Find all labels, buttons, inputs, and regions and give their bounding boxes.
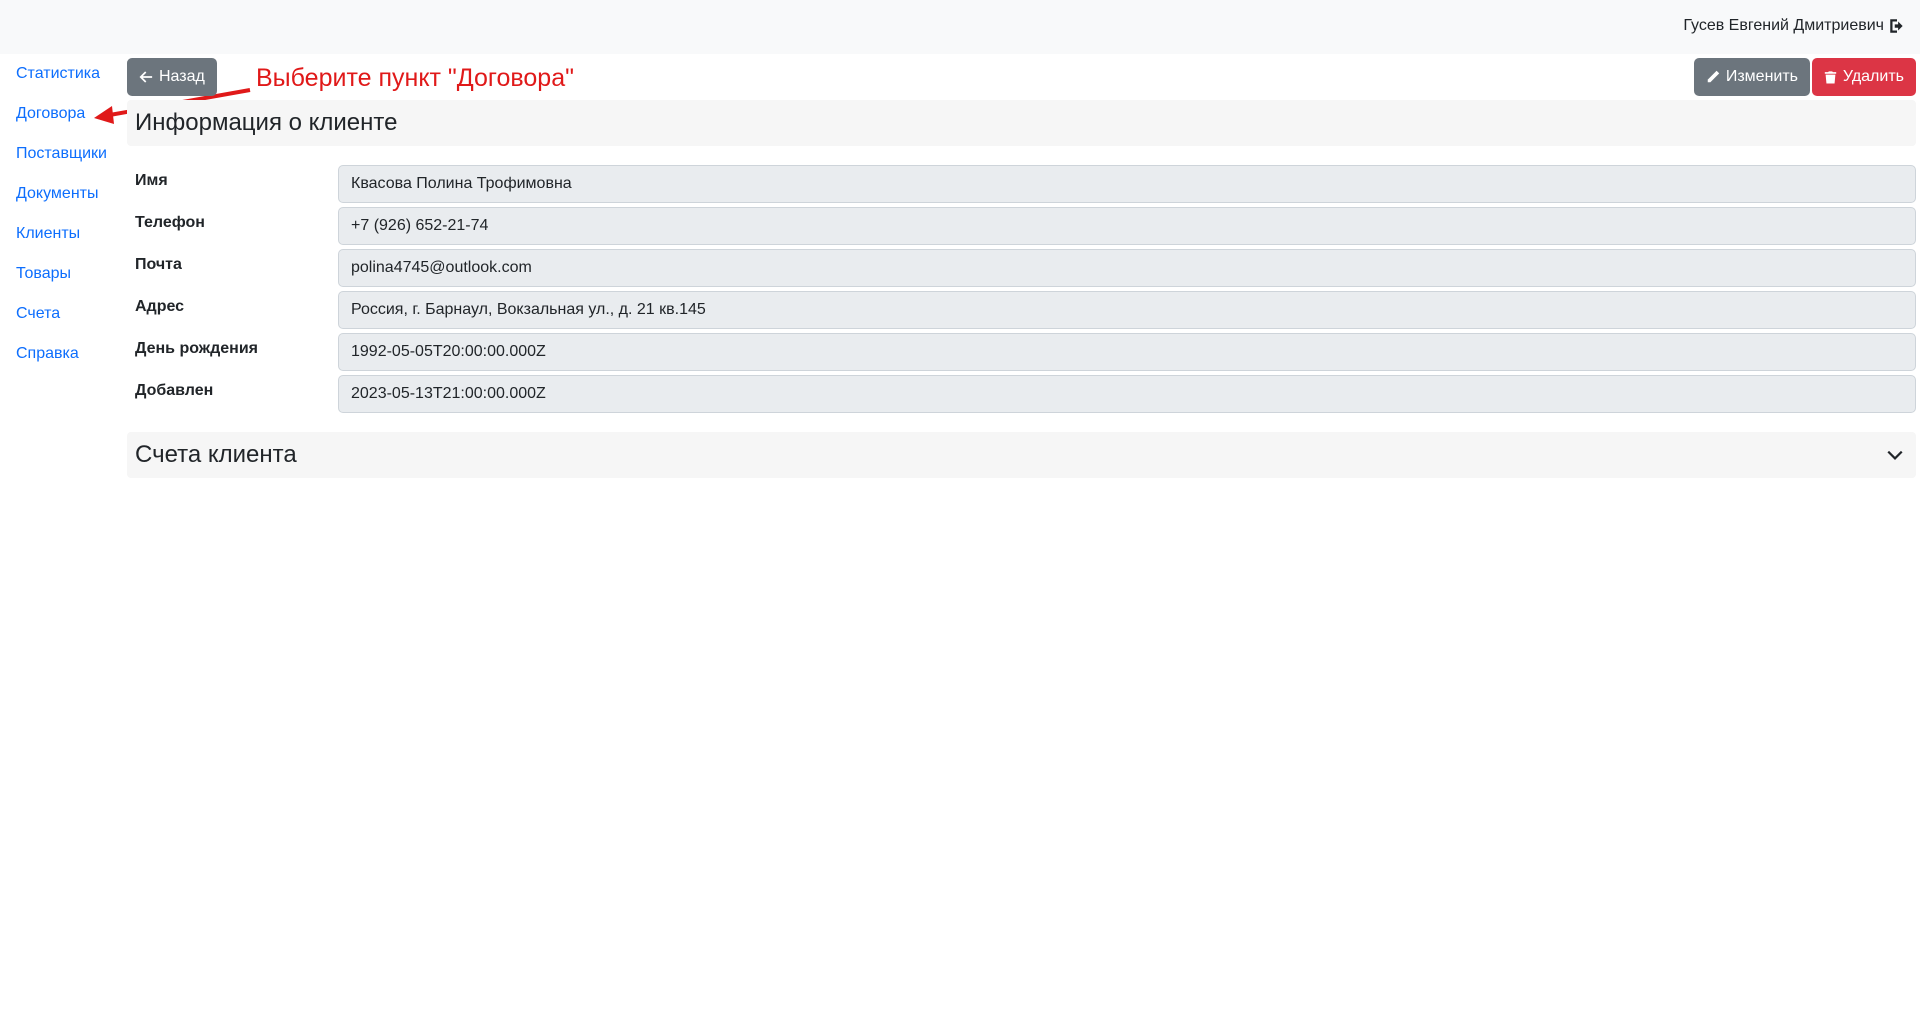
sidebar-item-clients[interactable]: Клиенты [0,214,125,254]
pencil-icon [1707,70,1720,83]
edit-button-label: Изменить [1725,68,1798,85]
back-button-label: Назад [159,68,205,85]
sidebar-item-help[interactable]: Справка [0,334,125,374]
annotation-text: Выберите пункт "Договора" [256,64,574,92]
edit-button[interactable]: Изменить [1693,58,1810,96]
client-accounts-header[interactable]: Счета клиента [127,432,1916,478]
field-row-added: Добавлен 2023-05-13T21:00:00.000Z [127,375,1916,413]
field-label-birthday: День рождения [135,340,259,357]
field-row-address: Адрес Россия, г. Барнаул, Вокзальная ул.… [127,291,1916,329]
user-name: Гусев Евгений Дмитриевич [1683,17,1884,34]
name-field: Квасова Полина Трофимовна [338,165,1916,203]
field-row-email: Почта polina4745@outlook.com [127,249,1916,287]
delete-button-label: Удалить [1842,68,1904,85]
field-row-phone: Телефон +7 (926) 652-21-74 [127,207,1916,245]
trash-icon [1824,71,1837,84]
arrow-left-icon [139,71,153,83]
field-label-address: Адрес [135,298,185,315]
added-field: 2023-05-13T21:00:00.000Z [338,375,1916,413]
address-field: Россия, г. Барнаул, Вокзальная ул., д. 2… [338,291,1916,329]
sidebar-item-accounts[interactable]: Счета [0,294,125,334]
sidebar-item-documents[interactable]: Документы [0,174,125,214]
email-field: polina4745@outlook.com [338,249,1916,287]
top-bar: Гусев Евгений Дмитриевич [0,0,1920,54]
client-accounts-title: Счета клиента [135,441,297,468]
sidebar-item-products[interactable]: Товары [0,254,125,294]
field-label-name: Имя [135,172,168,189]
phone-field: +7 (926) 652-21-74 [338,207,1916,245]
birthday-field: 1992-05-05T20:00:00.000Z [338,333,1916,371]
sidebar-item-suppliers[interactable]: Поставщики [0,134,125,174]
back-button[interactable]: Назад [127,58,217,96]
field-label-phone: Телефон [135,214,205,231]
field-label-email: Почта [135,256,182,273]
chevron-down-icon [1887,450,1903,460]
field-row-name: Имя Квасова Полина Трофимовна [127,165,1916,203]
client-info-header: Информация о клиенте [127,100,1916,146]
field-row-birthday: День рождения 1992-05-05T20:00:00.000Z [127,333,1916,371]
delete-button[interactable]: Удалить [1811,58,1916,96]
field-label-added: Добавлен [135,382,214,399]
user-block: Гусев Евгений Дмитриевич [1683,17,1906,35]
client-info-title: Информация о клиенте [135,109,398,136]
sign-out-icon[interactable] [1888,17,1906,35]
